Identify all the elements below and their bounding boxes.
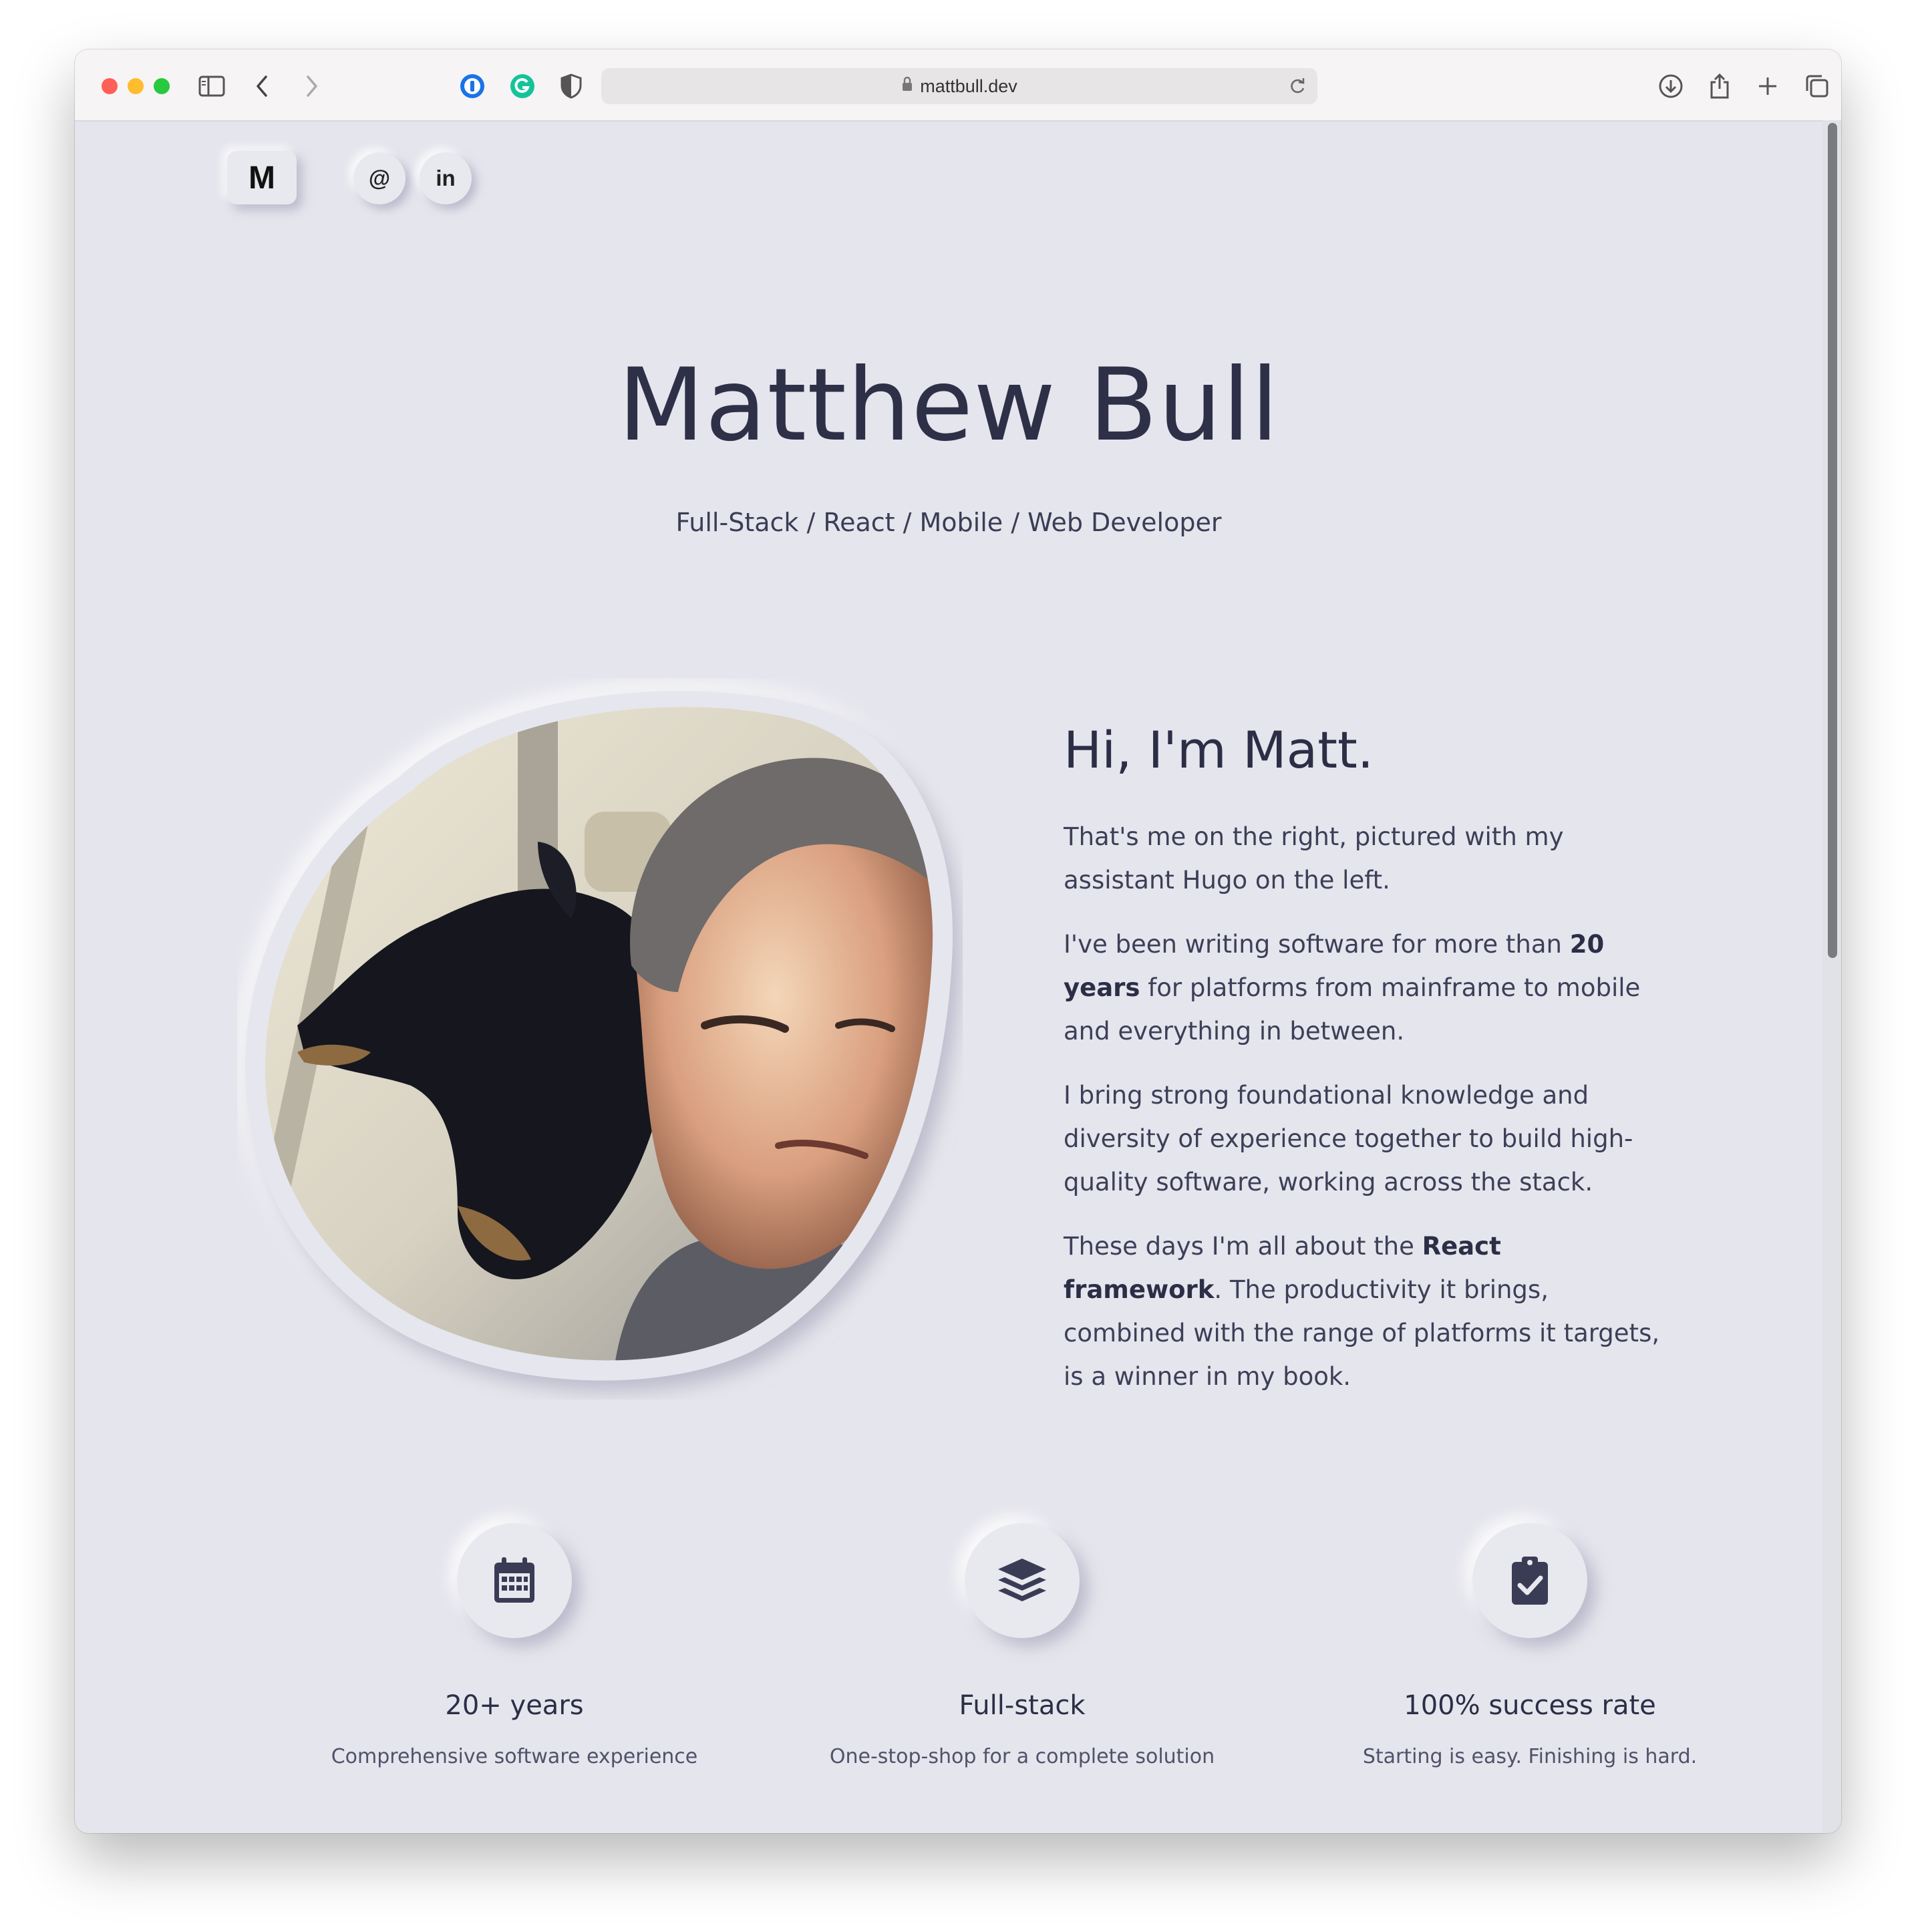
email-button[interactable]: @ bbox=[353, 152, 406, 204]
clipboard-check-icon bbox=[1472, 1523, 1587, 1638]
sidebar-icon[interactable] bbox=[195, 69, 228, 103]
close-window-button[interactable] bbox=[102, 78, 118, 94]
feature-description: Comprehensive software experience bbox=[331, 1745, 698, 1768]
profile-photo-frame bbox=[245, 691, 953, 1381]
feature-title: 100% success rate bbox=[1404, 1690, 1656, 1721]
new-tab-icon[interactable] bbox=[1751, 69, 1784, 103]
minimize-window-button[interactable] bbox=[128, 78, 144, 94]
zoom-window-button[interactable] bbox=[154, 78, 170, 94]
intro-text: That's me on the right, pictured with my… bbox=[1064, 815, 1665, 1419]
url-text: mattbull.dev bbox=[920, 75, 1017, 96]
intro-heading: Hi, I'm Matt. bbox=[1064, 720, 1374, 780]
linkedin-button[interactable]: in bbox=[420, 152, 472, 204]
scrollbar-thumb[interactable] bbox=[1828, 123, 1837, 958]
back-icon[interactable] bbox=[245, 69, 279, 103]
feature-success: 100% success rate Starting is easy. Fini… bbox=[1276, 1523, 1784, 1768]
feature-title: 20+ years bbox=[445, 1690, 584, 1721]
feature-experience: 20+ years Comprehensive software experie… bbox=[261, 1523, 768, 1768]
download-icon[interactable] bbox=[1654, 69, 1688, 103]
intro-paragraph: I've been writing software for more than… bbox=[1064, 923, 1665, 1053]
calendar-icon bbox=[457, 1523, 572, 1638]
password-manager-icon[interactable] bbox=[456, 69, 489, 103]
feature-description: One-stop-shop for a complete solution bbox=[829, 1745, 1215, 1768]
brand-logo-button[interactable]: M bbox=[227, 151, 297, 204]
intro-text-span: I've been writing software for more than bbox=[1064, 930, 1570, 959]
hero-title: Matthew Bull bbox=[617, 347, 1279, 464]
intro-paragraph: These days I'm all about the React frame… bbox=[1064, 1225, 1665, 1398]
privacy-shield-icon[interactable] bbox=[554, 69, 588, 103]
reload-icon[interactable] bbox=[1288, 76, 1307, 101]
tab-overview-icon[interactable] bbox=[1800, 69, 1834, 103]
intro-text-span: These days I'm all about the bbox=[1064, 1232, 1422, 1261]
address-bar[interactable]: mattbull.dev bbox=[601, 68, 1317, 104]
hero-subtitle: Full-Stack / React / Mobile / Web Develo… bbox=[675, 508, 1222, 537]
intro-paragraph: That's me on the right, pictured with my… bbox=[1064, 822, 1564, 895]
browser-toolbar: mattbull.dev bbox=[75, 49, 1841, 122]
browser-window: mattbull.dev M @ in Matthew Bull Full-St… bbox=[75, 49, 1841, 1833]
layers-icon bbox=[965, 1523, 1080, 1638]
feature-fullstack: Full-stack One-stop-shop for a complete … bbox=[768, 1523, 1276, 1768]
feature-title: Full-stack bbox=[959, 1690, 1086, 1721]
page-content: M @ in Matthew Bull Full-Stack / React /… bbox=[75, 120, 1822, 1833]
lock-icon bbox=[901, 76, 913, 97]
share-icon[interactable] bbox=[1703, 69, 1736, 103]
intro-paragraph: I bring strong foundational knowledge an… bbox=[1064, 1081, 1633, 1196]
forward-icon[interactable] bbox=[295, 69, 329, 103]
intro-text-span: for platforms from mainframe to mobile a… bbox=[1064, 973, 1641, 1045]
feature-description: Starting is easy. Finishing is hard. bbox=[1362, 1745, 1698, 1768]
grammarly-icon[interactable] bbox=[506, 69, 539, 103]
